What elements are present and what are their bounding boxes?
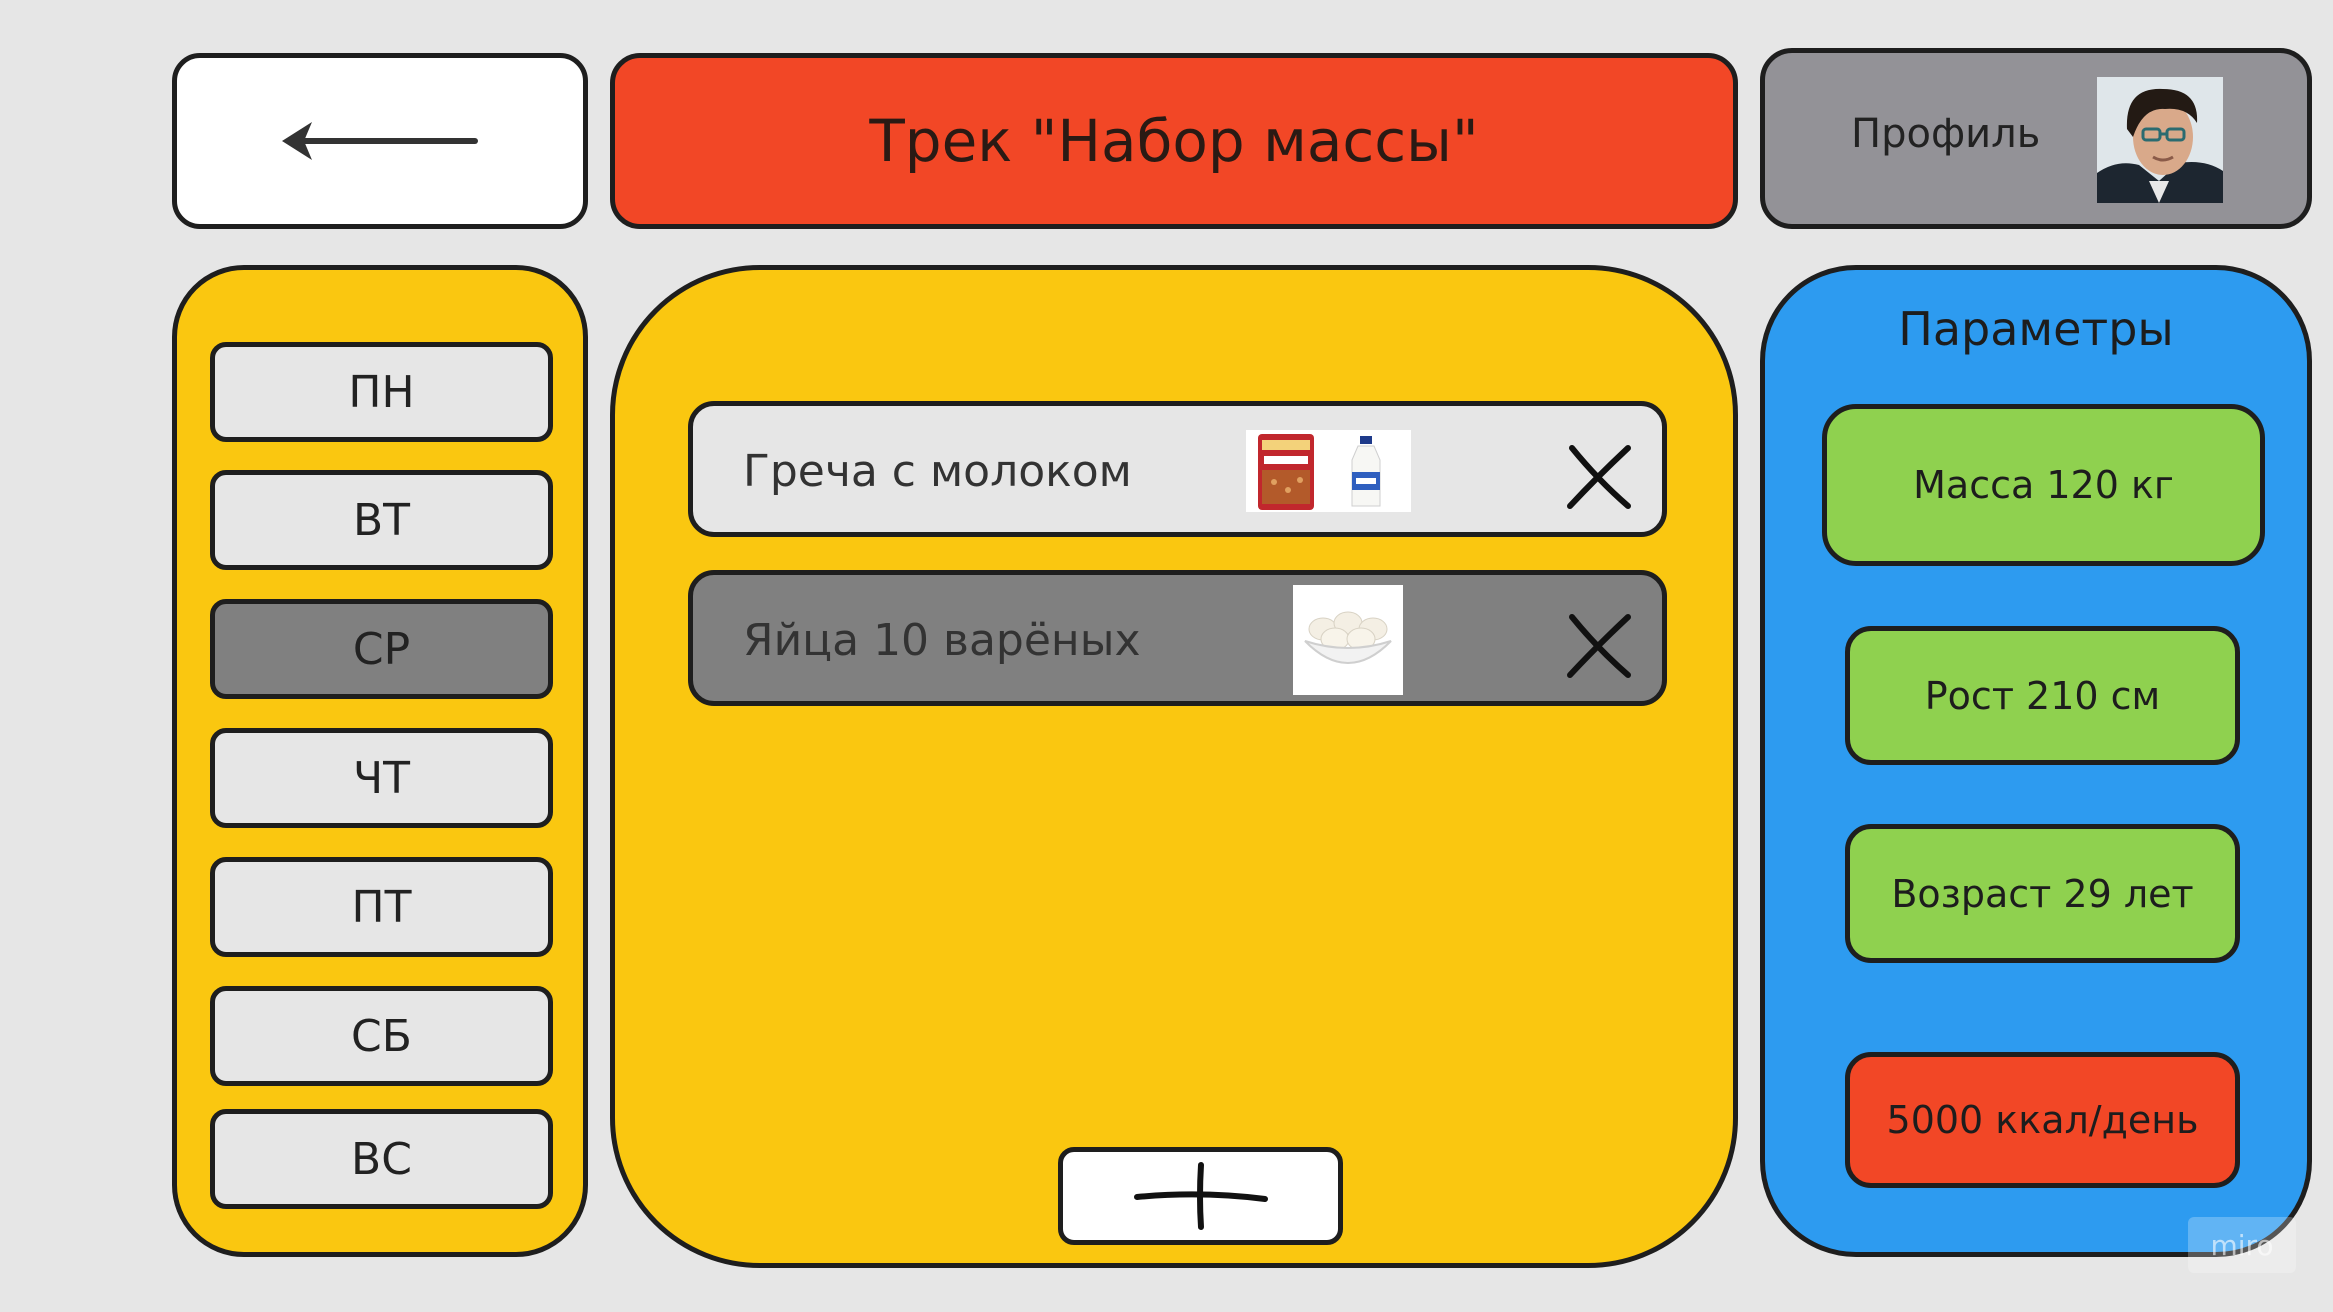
- params-title: Параметры: [1898, 302, 2174, 356]
- add-meal-button[interactable]: [1058, 1147, 1343, 1245]
- param-mass[interactable]: Масса 120 кг: [1822, 404, 2265, 566]
- param-calories[interactable]: 5000 ккал/день: [1845, 1052, 2240, 1188]
- day-button-mon[interactable]: ПН: [210, 342, 553, 442]
- meal-image: [1293, 585, 1403, 695]
- profile-button[interactable]: Профиль: [1760, 48, 2312, 229]
- day-button-tue[interactable]: ВТ: [210, 470, 553, 570]
- param-height[interactable]: Рост 210 см: [1845, 626, 2240, 765]
- params-panel: Параметры Масса 120 кг Рост 210 см Возра…: [1760, 265, 2312, 1257]
- milk-bottle-icon: [1351, 436, 1381, 507]
- meal-name: Яйца 10 варёных: [743, 615, 1141, 666]
- plus-icon: [1133, 1162, 1268, 1230]
- page-title: Трек "Набор массы": [869, 107, 1479, 175]
- meal-image: [1246, 430, 1411, 512]
- back-button[interactable]: [172, 53, 588, 229]
- days-panel: ПН ВТ СР ЧТ ПТ СБ ВС: [172, 265, 588, 1257]
- day-button-sat[interactable]: СБ: [210, 986, 553, 1086]
- avatar: [2097, 77, 2223, 203]
- buckwheat-pack-icon: [1258, 434, 1314, 510]
- eggs-bowl-icon: [1304, 611, 1392, 664]
- arrow-left-icon: [282, 122, 478, 160]
- profile-label: Профиль: [1851, 111, 2041, 157]
- day-button-fri[interactable]: ПТ: [210, 857, 553, 957]
- day-button-sun[interactable]: ВС: [210, 1109, 553, 1209]
- day-button-thu[interactable]: ЧТ: [210, 728, 553, 828]
- close-icon[interactable]: [1566, 613, 1632, 679]
- param-age[interactable]: Возраст 29 лет: [1845, 824, 2240, 963]
- meal-item[interactable]: Греча с молоком: [688, 401, 1667, 537]
- close-icon[interactable]: [1566, 444, 1632, 510]
- meal-name: Греча с молоком: [743, 446, 1132, 497]
- day-button-wed[interactable]: СР: [210, 599, 553, 699]
- track-title-bar: Трек "Набор массы": [610, 53, 1738, 229]
- miro-watermark: miro: [2188, 1217, 2296, 1273]
- meals-panel: Греча с молоком Яйца 10 варёных: [610, 265, 1738, 1268]
- meal-item[interactable]: Яйца 10 варёных: [688, 570, 1667, 706]
